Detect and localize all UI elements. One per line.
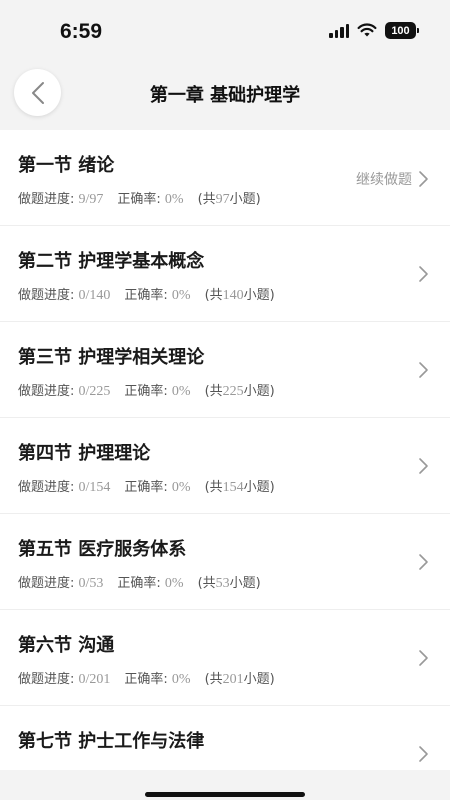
total-open: (共 — [197, 576, 216, 591]
accuracy-value: 0% — [164, 576, 184, 591]
total-value: 154 — [222, 480, 244, 495]
total-open: (共 — [204, 480, 223, 495]
progress-label: 做题进度: — [18, 384, 79, 399]
section-title: 第一节 绪论 — [18, 155, 115, 176]
section-meta: 做题进度: 0/53 正确率: 0% (共53小题) — [18, 572, 261, 592]
section-item[interactable]: 第五节 医疗服务体系 做题进度: 0/53 正确率: 0% (共53小题) — [0, 514, 450, 610]
accuracy-value: 0% — [171, 384, 191, 399]
total-close: 小题) — [229, 576, 261, 591]
section-title: 第二节 护理学基本概念 — [18, 251, 205, 272]
accuracy-value: 0% — [164, 192, 184, 207]
wifi-icon — [357, 23, 377, 37]
total-value: 140 — [222, 288, 244, 303]
battery-icon: 100 — [385, 22, 419, 39]
chevron-right-icon — [419, 266, 428, 282]
accuracy-value: 0% — [171, 672, 191, 687]
progress-value: 0/140 — [78, 288, 111, 303]
total-value: 225 — [222, 384, 244, 399]
total-close: 小题) — [243, 288, 275, 303]
total-close: 小题) — [243, 384, 275, 399]
section-list: 第一节 绪论 做题进度: 9/97 正确率: 0% (共97小题) 继续做题 第二节… — [0, 130, 450, 770]
nav-bar: 第一章 基础护理学 — [0, 62, 450, 126]
accuracy-value: 0% — [171, 288, 191, 303]
chevron-right-icon — [419, 746, 428, 762]
chevron-right-icon — [419, 362, 428, 378]
progress-label: 做题进度: — [18, 480, 79, 495]
total-close: 小题) — [229, 192, 261, 207]
total-close: 小题) — [243, 480, 275, 495]
accuracy-label: 正确率: — [124, 288, 172, 303]
chevron-right-icon — [419, 458, 428, 474]
section-item[interactable]: 第二节 护理学基本概念 做题进度: 0/140 正确率: 0% (共140小题) — [0, 226, 450, 322]
chevron-right-icon — [419, 554, 428, 570]
home-indicator — [145, 792, 305, 797]
section-meta: 做题进度: 0/140 正确率: 0% (共140小题) — [18, 284, 275, 304]
accuracy-label: 正确率: — [117, 576, 165, 591]
section-item[interactable]: 第一节 绪论 做题进度: 9/97 正确率: 0% (共97小题) 继续做题 — [0, 130, 450, 226]
section-item[interactable]: 第六节 沟通 做题进度: 0/201 正确率: 0% (共201小题) — [0, 610, 450, 706]
status-time: 6:59 — [60, 20, 103, 43]
section-title: 第四节 护理理论 — [18, 443, 151, 464]
section-title: 第三节 护理学相关理论 — [18, 347, 205, 368]
progress-value: 9/97 — [78, 192, 104, 207]
accuracy-value: 0% — [171, 480, 191, 495]
progress-label: 做题进度: — [18, 192, 79, 207]
progress-value: 0/53 — [78, 576, 104, 591]
continue-label: 继续做题 — [356, 172, 412, 188]
progress-value: 0/225 — [78, 384, 111, 399]
chevron-right-icon — [419, 171, 428, 187]
section-title: 第五节 医疗服务体系 — [18, 539, 187, 560]
accuracy-label: 正确率: — [117, 192, 165, 207]
section-item[interactable]: 第七节 护士工作与法律 — [0, 706, 450, 770]
section-item[interactable]: 第三节 护理学相关理论 做题进度: 0/225 正确率: 0% (共225小题) — [0, 322, 450, 418]
total-open: (共 — [204, 288, 223, 303]
accuracy-label: 正确率: — [124, 480, 172, 495]
page-title: 第一章 基础护理学 — [149, 85, 301, 106]
total-open: (共 — [204, 384, 223, 399]
total-close: 小题) — [243, 672, 275, 687]
section-title: 第六节 沟通 — [18, 635, 115, 656]
total-open: (共 — [204, 672, 223, 687]
section-meta: 做题进度: 0/201 正确率: 0% (共201小题) — [18, 668, 275, 688]
section-meta: 做题进度: 9/97 正确率: 0% (共97小题) — [18, 188, 261, 208]
section-meta: 做题进度: 0/154 正确率: 0% (共154小题) — [18, 476, 275, 496]
total-open: (共 — [197, 192, 216, 207]
section-title: 第七节 护士工作与法律 — [18, 731, 205, 752]
section-meta: 做题进度: 0/225 正确率: 0% (共225小题) — [18, 380, 275, 400]
total-value: 53 — [215, 576, 230, 591]
cellular-signal-icon — [329, 23, 349, 38]
progress-value: 0/154 — [78, 480, 111, 495]
accuracy-label: 正确率: — [124, 384, 172, 399]
progress-value: 0/201 — [78, 672, 111, 687]
chevron-right-icon — [419, 650, 428, 666]
progress-label: 做题进度: — [18, 288, 79, 303]
status-bar: 6:59 100 — [0, 0, 450, 62]
total-value: 97 — [215, 192, 230, 207]
status-icons: 100 — [329, 22, 419, 39]
total-value: 201 — [222, 672, 244, 687]
progress-label: 做题进度: — [18, 672, 79, 687]
continue-button[interactable]: 继续做题 — [356, 169, 430, 189]
accuracy-label: 正确率: — [124, 672, 172, 687]
progress-label: 做题进度: — [18, 576, 79, 591]
section-item[interactable]: 第四节 护理理论 做题进度: 0/154 正确率: 0% (共154小题) — [0, 418, 450, 514]
